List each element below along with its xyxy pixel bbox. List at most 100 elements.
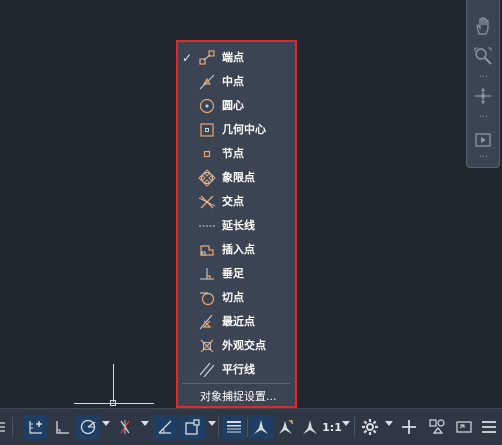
navigation-bar: … … … — [466, 0, 500, 168]
object-snap-button[interactable] — [179, 415, 205, 439]
osnap-settings-label: 对象捕捉设置... — [200, 390, 277, 403]
annotation-visibility-button[interactable] — [249, 415, 273, 439]
status-bar: 1:1 — [0, 408, 502, 445]
annotation-scale-selector[interactable]: 1:1 — [322, 415, 342, 439]
chevron-down-icon[interactable] — [208, 421, 216, 426]
lineweight-icon — [227, 421, 241, 433]
isolate-objects-icon — [429, 419, 445, 434]
check-icon: ✓ — [182, 51, 193, 65]
isometric-drafting-button[interactable] — [113, 415, 137, 439]
orbit-icon[interactable] — [471, 84, 495, 108]
osnap-item-nearest[interactable]: 最近点 — [178, 310, 295, 334]
osnap-item-label: 垂足 — [222, 267, 244, 280]
osnap-item-center[interactable]: 圆心 — [178, 94, 295, 118]
separator-dots: … — [479, 150, 488, 160]
osnap-item-intersection[interactable]: 交点 — [178, 190, 295, 214]
osnap-item-label: 最近点 — [222, 315, 255, 328]
annotation-scale-icon-button[interactable] — [299, 415, 321, 439]
extension-icon — [198, 217, 216, 235]
insertion-icon — [198, 241, 216, 259]
workspace-switching-button[interactable] — [358, 415, 382, 439]
zoom-extents-icon[interactable] — [471, 44, 495, 68]
statusbar-divider — [218, 417, 219, 437]
osnap-item-label: 象限点 — [222, 171, 255, 184]
gear-icon — [362, 419, 378, 435]
separator-dots: … — [479, 110, 488, 120]
osnap-item-insertion[interactable]: 插入点 — [178, 238, 295, 262]
isometric-icon — [120, 420, 130, 434]
intersection-icon — [198, 193, 216, 211]
tangent-icon — [198, 289, 216, 307]
fullscreen-icon — [456, 421, 472, 433]
annotation-monitor-button[interactable] — [397, 415, 421, 439]
auto-scale-icon — [279, 419, 294, 434]
center-icon — [198, 97, 216, 115]
annotation-visibility-icon — [254, 420, 268, 434]
perpendicular-icon — [198, 265, 216, 283]
crosshair-vertical — [113, 364, 114, 402]
osnap-item-midpoint[interactable]: 中点 — [178, 70, 295, 94]
apparent-intersection-icon — [198, 337, 216, 355]
chevron-down-icon[interactable] — [385, 421, 393, 426]
osnap-item-apparent-intersection[interactable]: 外观交点 — [178, 334, 295, 358]
osnap-item-label: 圆心 — [222, 99, 244, 112]
osnap-item-parallel[interactable]: 平行线 — [178, 358, 295, 382]
osnap-item-label: 延长线 — [222, 219, 255, 232]
osnap-item-label: 节点 — [222, 147, 244, 160]
snap-mode-icon — [29, 421, 42, 434]
object-snap-tracking-button[interactable] — [153, 415, 177, 439]
osnap-item-endpoint[interactable]: ✓ 端点 — [178, 46, 295, 70]
geometric-center-icon — [198, 121, 216, 139]
osnap-item-label: 中点 — [222, 75, 244, 88]
object-snap-menu: ✓ 端点 中点 圆心 几何中心 节点 象限点 交点 延长线 插入点 垂足 切点 … — [176, 40, 297, 408]
separator-dots: … — [479, 70, 488, 80]
statusbar-divider — [247, 417, 248, 437]
osnap-item-label: 切点 — [222, 291, 244, 304]
ortho-button[interactable] — [50, 415, 74, 439]
grid-partial-icon[interactable] — [0, 415, 6, 439]
object-snap-icon — [185, 419, 200, 435]
osnap-item-node[interactable]: 节点 — [178, 142, 295, 166]
quadrant-icon — [198, 169, 216, 187]
chevron-down-icon[interactable] — [342, 421, 350, 426]
osnap-item-geometric-center[interactable]: 几何中心 — [178, 118, 295, 142]
menu-separator — [182, 383, 290, 384]
statusbar-divider — [12, 417, 13, 437]
showmotion-icon[interactable] — [471, 128, 495, 152]
pan-hand-icon[interactable] — [471, 14, 495, 38]
polar-tracking-button[interactable] — [76, 415, 100, 439]
osnap-item-extension[interactable]: 延长线 — [178, 214, 295, 238]
annotation-scale-icon — [303, 420, 317, 434]
nearest-icon — [198, 313, 216, 331]
osnap-item-label: 插入点 — [222, 243, 255, 256]
polar-tracking-icon — [80, 419, 96, 435]
osnap-item-label: 几何中心 — [222, 123, 266, 136]
chevron-down-icon[interactable] — [102, 421, 110, 426]
osnap-settings-item[interactable]: 对象捕捉设置... — [178, 386, 295, 408]
osnap-item-label: 平行线 — [222, 363, 255, 376]
lineweight-button[interactable] — [222, 415, 246, 439]
customization-menu-button[interactable] — [478, 415, 500, 439]
osnap-item-perpendicular[interactable]: 垂足 — [178, 262, 295, 286]
clean-screen-button[interactable] — [452, 415, 476, 439]
parallel-icon — [198, 361, 216, 379]
osnap-item-quadrant[interactable]: 象限点 — [178, 166, 295, 190]
osnap-item-label: 交点 — [222, 195, 244, 208]
node-icon — [198, 145, 216, 163]
annotation-scale-label: 1:1 — [322, 420, 342, 434]
hamburger-menu-icon — [482, 421, 496, 433]
chevron-down-icon[interactable] — [141, 421, 149, 426]
endpoint-icon — [198, 49, 216, 67]
plus-icon — [402, 420, 416, 434]
osnap-item-tangent[interactable]: 切点 — [178, 286, 295, 310]
snap-mode-button[interactable] — [24, 415, 48, 439]
object-snap-tracking-icon — [158, 420, 172, 434]
osnap-item-label: 端点 — [222, 51, 244, 64]
ortho-icon — [56, 421, 69, 434]
auto-scale-button[interactable] — [275, 415, 297, 439]
statusbar-divider — [354, 417, 355, 437]
midpoint-icon — [198, 73, 216, 91]
isolate-objects-button[interactable] — [425, 415, 449, 439]
osnap-item-label: 外观交点 — [222, 339, 266, 352]
pickbox — [110, 400, 116, 406]
